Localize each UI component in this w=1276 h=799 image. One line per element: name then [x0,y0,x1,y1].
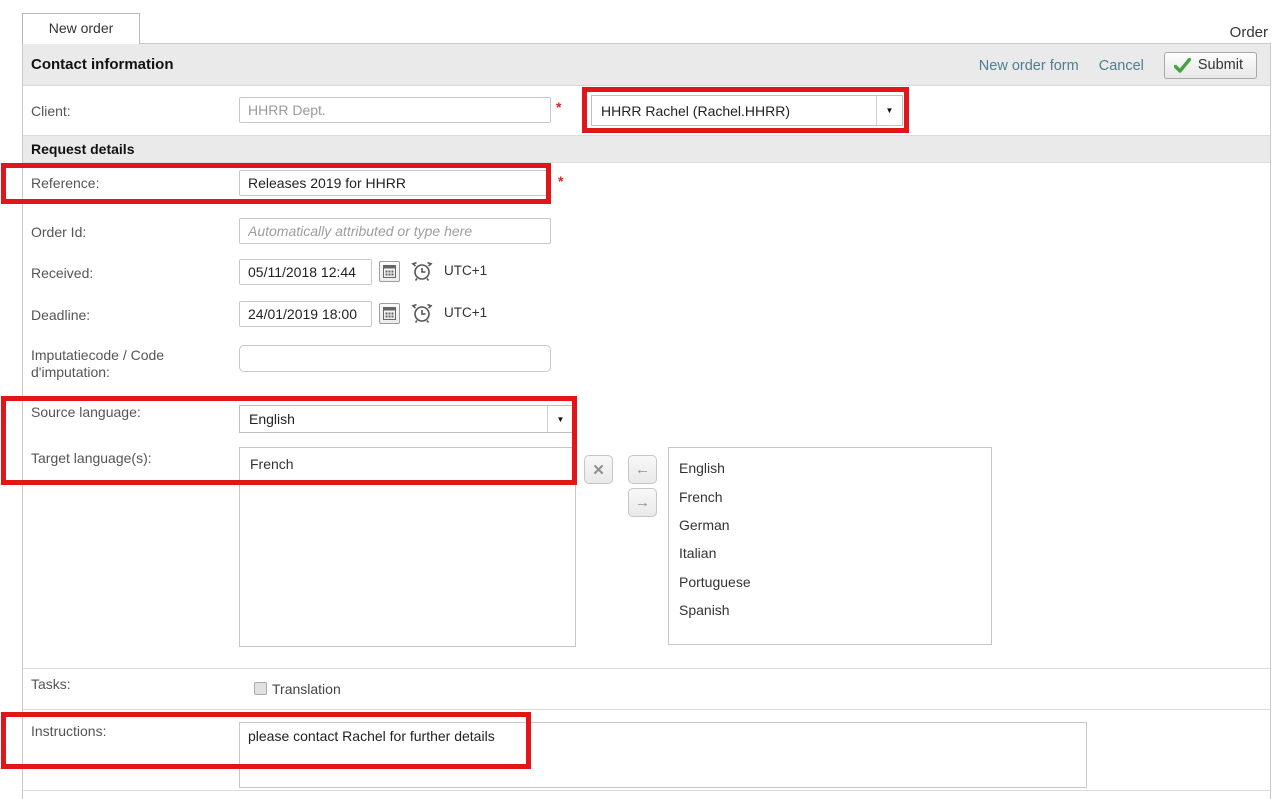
cancel-link[interactable]: Cancel [1099,58,1144,74]
check-icon [1174,58,1191,73]
move-right-button[interactable]: → [628,488,657,517]
move-left-button[interactable]: ← [628,455,657,484]
translation-checkbox-label: Translation [272,681,341,697]
received-datetime-input[interactable] [239,259,372,285]
received-label: Received: [31,265,93,281]
list-item[interactable]: English [669,454,991,482]
list-item[interactable]: French [669,482,991,510]
contact-dropdown[interactable]: HHRR Rachel (Rachel.HHRR) ▼ [591,95,903,126]
deadline-datetime-input[interactable] [239,301,372,327]
list-item[interactable]: Spanish [669,596,991,624]
section-title: Contact information [31,44,174,85]
available-languages-listbox[interactable]: EnglishFrenchGermanItalianPortugueseSpan… [668,447,992,645]
client-input[interactable] [239,97,551,123]
breadcrumb: Order [1230,24,1268,41]
imputation-code-input[interactable] [239,345,551,372]
remove-language-button[interactable]: ✕ [584,455,613,484]
row-divider [23,790,1270,791]
submit-button[interactable]: Submit [1164,52,1257,79]
tasks-label: Tasks: [31,676,71,692]
source-language-dropdown[interactable]: English ▼ [239,405,574,433]
arrow-right-icon: → [635,494,650,511]
client-required-asterisk: * [556,99,561,115]
received-clock-icon[interactable] [410,259,434,283]
contact-information-header: Contact information New order form Cance… [23,43,1270,86]
deadline-clock-icon[interactable] [410,301,434,325]
request-details-header: Request details [23,135,1270,163]
reference-required-asterisk: * [558,173,563,189]
deadline-timezone: UTC+1 [444,305,487,320]
row-divider [23,709,1270,710]
chevron-down-icon[interactable]: ▼ [876,96,902,125]
new-order-form-link[interactable]: New order form [979,58,1079,74]
target-languages-listbox[interactable]: French [239,447,576,647]
reference-input[interactable] [239,170,547,196]
new-order-page: Order New order Contact information New … [0,0,1276,799]
close-icon: ✕ [592,461,605,479]
row-divider [23,668,1270,669]
imputation-label-line2: d'imputation: [31,364,110,380]
submit-label: Submit [1198,57,1243,73]
reference-label: Reference: [31,175,99,191]
received-calendar-icon[interactable] [379,261,400,282]
list-item[interactable]: French [240,448,575,472]
header-actions: New order form Cancel Submit [979,44,1257,87]
order-id-label: Order Id: [31,224,86,240]
source-language-label: Source language: [31,404,141,420]
imputation-label-line1: Imputatiecode / Code [31,347,164,363]
chevron-down-icon[interactable]: ▼ [547,406,573,432]
deadline-calendar-icon[interactable] [379,303,400,324]
list-item[interactable]: Italian [669,539,991,567]
order-form-panel: Contact information New order form Cance… [22,43,1271,799]
tab-new-order[interactable]: New order [22,13,140,44]
arrow-left-icon: ← [635,461,650,478]
translation-checkbox[interactable] [254,682,267,695]
instructions-textarea[interactable]: please contact Rachel for further detail… [239,722,1087,788]
deadline-label: Deadline: [31,307,90,323]
source-language-value: English [249,406,295,432]
target-languages-label: Target language(s): [31,450,152,466]
instructions-label: Instructions: [31,723,106,739]
contact-dropdown-value: HHRR Rachel (Rachel.HHRR) [601,96,790,125]
section-title: Request details [31,136,134,162]
order-id-input[interactable] [239,218,551,244]
list-item[interactable]: Portuguese [669,568,991,596]
received-timezone: UTC+1 [444,263,487,278]
client-label: Client: [31,103,71,119]
list-item[interactable]: German [669,511,991,539]
